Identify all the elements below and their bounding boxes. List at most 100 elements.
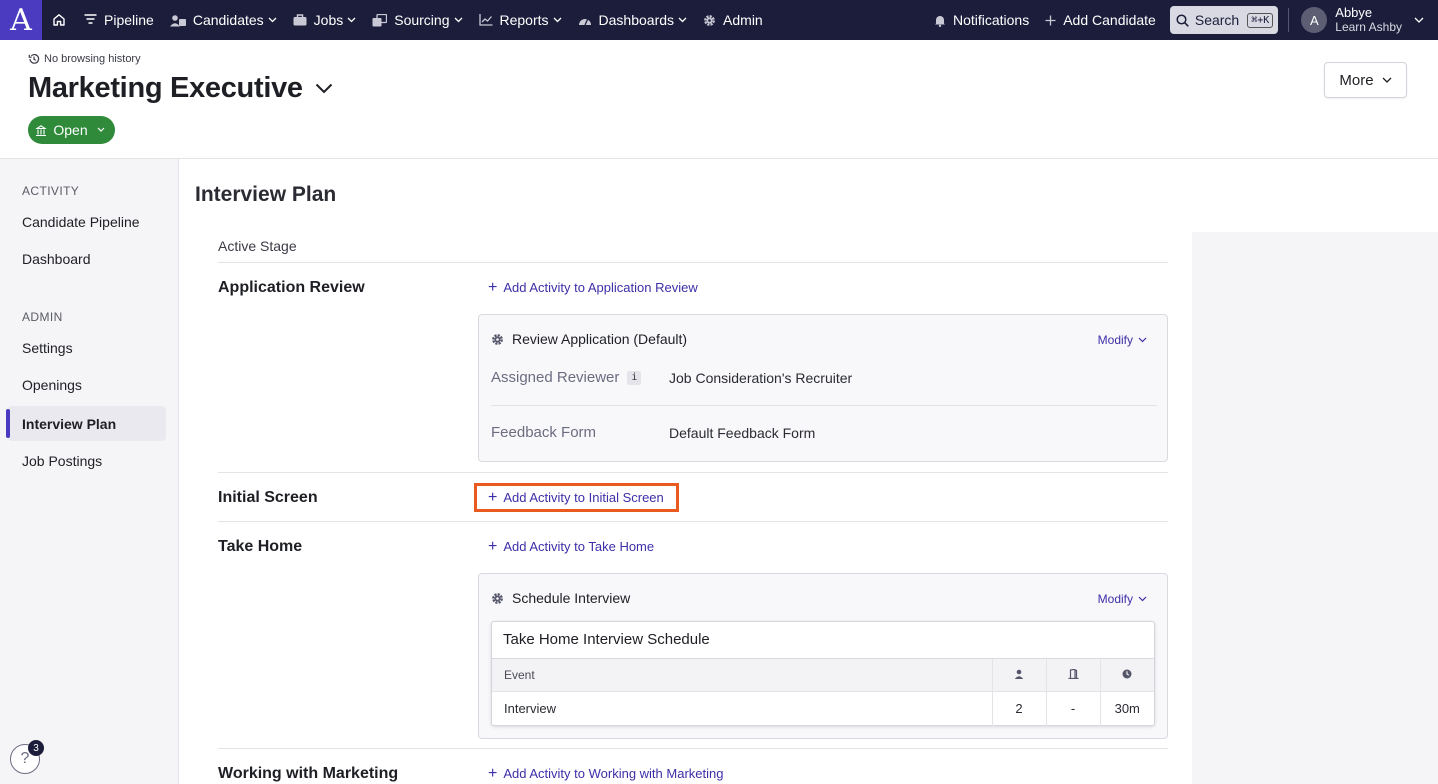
duration-column-header bbox=[1099, 658, 1154, 692]
active-stage-label: Active Stage bbox=[218, 238, 297, 254]
add-activity-label: Add Activity to Application Review bbox=[503, 280, 698, 295]
job-status-dropdown[interactable]: Open bbox=[28, 116, 115, 144]
chevron-down-icon[interactable] bbox=[1414, 17, 1424, 23]
chevron-down-icon bbox=[347, 17, 356, 23]
divider bbox=[218, 521, 1168, 522]
plus-icon: + bbox=[488, 765, 498, 782]
nav-admin[interactable]: Admin bbox=[695, 0, 771, 40]
interview-schedule: Take Home Interview Schedule Event Inter… bbox=[491, 621, 1155, 726]
sidebar-item-openings[interactable]: Openings bbox=[8, 367, 166, 402]
interviewers-column-header bbox=[991, 658, 1046, 692]
interviewers-cell: 2 bbox=[991, 691, 1046, 726]
card-title: Schedule Interview bbox=[512, 590, 631, 606]
sidebar-item-candidate-pipeline[interactable]: Candidate Pipeline bbox=[8, 204, 166, 239]
user-org: Learn Ashby bbox=[1335, 20, 1402, 34]
search-icon bbox=[1176, 13, 1189, 27]
event-column-header: Event bbox=[492, 658, 992, 692]
plus-icon bbox=[1045, 15, 1056, 25]
user-menu[interactable]: Abbye Learn Ashby bbox=[1335, 5, 1402, 35]
history-label: No browsing history bbox=[44, 53, 141, 65]
nav-candidates-label: Candidates bbox=[192, 12, 264, 28]
sidebar: ACTIVITY Candidate Pipeline Dashboard AD… bbox=[0, 159, 179, 784]
chevron-down-icon bbox=[268, 17, 277, 23]
room-cell: - bbox=[1045, 691, 1100, 726]
building-icon bbox=[35, 124, 48, 136]
add-candidate-label: Add Candidate bbox=[1063, 12, 1156, 28]
people-icon bbox=[169, 14, 186, 26]
nav-reports[interactable]: Reports bbox=[471, 0, 570, 40]
history-icon bbox=[28, 53, 40, 64]
info-icon[interactable]: i bbox=[627, 370, 642, 385]
add-activity-working-with-marketing-link[interactable]: + Add Activity to Working with Marketing bbox=[488, 765, 723, 782]
assigned-reviewer-label: Assigned Reviewer i bbox=[491, 369, 642, 386]
stage-application-review: Application Review bbox=[218, 279, 365, 296]
nav-pipeline-label: Pipeline bbox=[104, 12, 154, 28]
activity-card-review-application: Review Application (Default) Modify Assi… bbox=[478, 314, 1168, 462]
modify-label: Modify bbox=[1097, 592, 1133, 606]
avatar[interactable]: A bbox=[1301, 7, 1328, 33]
sidebar-heading-activity: ACTIVITY bbox=[22, 184, 80, 198]
feedback-form-label: Feedback Form bbox=[491, 424, 597, 441]
plus-icon: + bbox=[488, 279, 498, 296]
search-label: Search bbox=[1194, 12, 1240, 28]
gear-icon bbox=[492, 592, 503, 604]
add-activity-label: Add Activity to Take Home bbox=[503, 539, 655, 554]
stage-take-home: Take Home bbox=[218, 538, 303, 555]
nav-pipeline[interactable]: Pipeline bbox=[76, 0, 162, 40]
gear-icon bbox=[492, 333, 503, 345]
chevron-down-icon bbox=[97, 127, 105, 132]
schedule-title: Take Home Interview Schedule bbox=[503, 631, 710, 648]
user-name: Abbye bbox=[1335, 5, 1373, 20]
clock-icon bbox=[1122, 669, 1132, 679]
add-candidate-button[interactable]: Add Candidate bbox=[1037, 0, 1164, 40]
search-shortcut: ⌘+K bbox=[1247, 12, 1274, 28]
activity-card-schedule-interview: Schedule Interview Modify Take Home Inte… bbox=[478, 573, 1168, 739]
page-header: No browsing history Marketing Executive … bbox=[0, 40, 1438, 159]
sidebar-item-interview-plan[interactable]: Interview Plan bbox=[6, 406, 166, 441]
nav-candidates[interactable]: Candidates bbox=[162, 0, 285, 40]
sidebar-item-job-postings[interactable]: Job Postings bbox=[8, 443, 166, 478]
nav-dashboards-label: Dashboards bbox=[598, 12, 675, 28]
nav-reports-label: Reports bbox=[499, 12, 549, 28]
more-button[interactable]: More bbox=[1324, 62, 1407, 98]
home-icon[interactable] bbox=[42, 0, 76, 40]
add-activity-take-home-link[interactable]: + Add Activity to Take Home bbox=[488, 539, 655, 555]
card-title: Review Application (Default) bbox=[512, 331, 688, 347]
main-header: Interview Plan bbox=[180, 159, 1438, 232]
card-header: Schedule Interview bbox=[491, 590, 630, 606]
feedback-form-value: Default Feedback Form bbox=[669, 425, 816, 441]
job-title[interactable]: Marketing Executive bbox=[28, 72, 333, 105]
divider bbox=[218, 472, 1168, 473]
ashby-logo[interactable]: A bbox=[0, 0, 42, 40]
page-title: Interview Plan bbox=[195, 183, 337, 206]
event-cell: Interview bbox=[492, 691, 992, 726]
search-button[interactable]: Search ⌘+K bbox=[1169, 6, 1279, 34]
sidebar-item-dashboard[interactable]: Dashboard bbox=[8, 241, 166, 276]
modify-dropdown[interactable]: Modify bbox=[1098, 592, 1147, 606]
chevron-down-icon bbox=[1138, 596, 1147, 602]
add-activity-initial-screen-link[interactable]: + Add Activity to Initial Screen bbox=[488, 490, 664, 506]
nav-sourcing[interactable]: Sourcing bbox=[364, 0, 470, 40]
table-row[interactable]: Interview 2 - 30m bbox=[492, 691, 1154, 726]
modify-label: Modify bbox=[1097, 333, 1133, 347]
chevron-down-icon bbox=[1382, 77, 1392, 83]
nav-right-group: Notifications Add Candidate Search ⌘+K A… bbox=[926, 0, 1438, 40]
nav-sourcing-label: Sourcing bbox=[394, 12, 450, 28]
person-icon bbox=[1014, 669, 1024, 679]
divider bbox=[218, 262, 1168, 263]
nav-dashboards[interactable]: Dashboards bbox=[570, 0, 696, 40]
sidebar-heading-admin: ADMIN bbox=[22, 310, 63, 324]
sidebar-item-settings[interactable]: Settings bbox=[8, 330, 166, 365]
schedule-table: Event Interview 2 - 30m bbox=[492, 658, 1154, 726]
job-status-label: Open bbox=[53, 122, 88, 138]
divider bbox=[218, 748, 1168, 749]
add-activity-application-review-link[interactable]: + Add Activity to Application Review bbox=[488, 279, 698, 296]
browsing-history[interactable]: No browsing history bbox=[28, 53, 141, 65]
card-header: Review Application (Default) bbox=[491, 331, 687, 347]
nav-admin-label: Admin bbox=[723, 12, 763, 28]
room-column-header bbox=[1045, 658, 1100, 692]
nav-jobs[interactable]: Jobs bbox=[285, 0, 365, 40]
modify-dropdown[interactable]: Modify bbox=[1098, 333, 1147, 347]
notifications-button[interactable]: Notifications bbox=[926, 0, 1037, 40]
assigned-reviewer-value: Job Consideration's Recruiter bbox=[669, 370, 853, 386]
